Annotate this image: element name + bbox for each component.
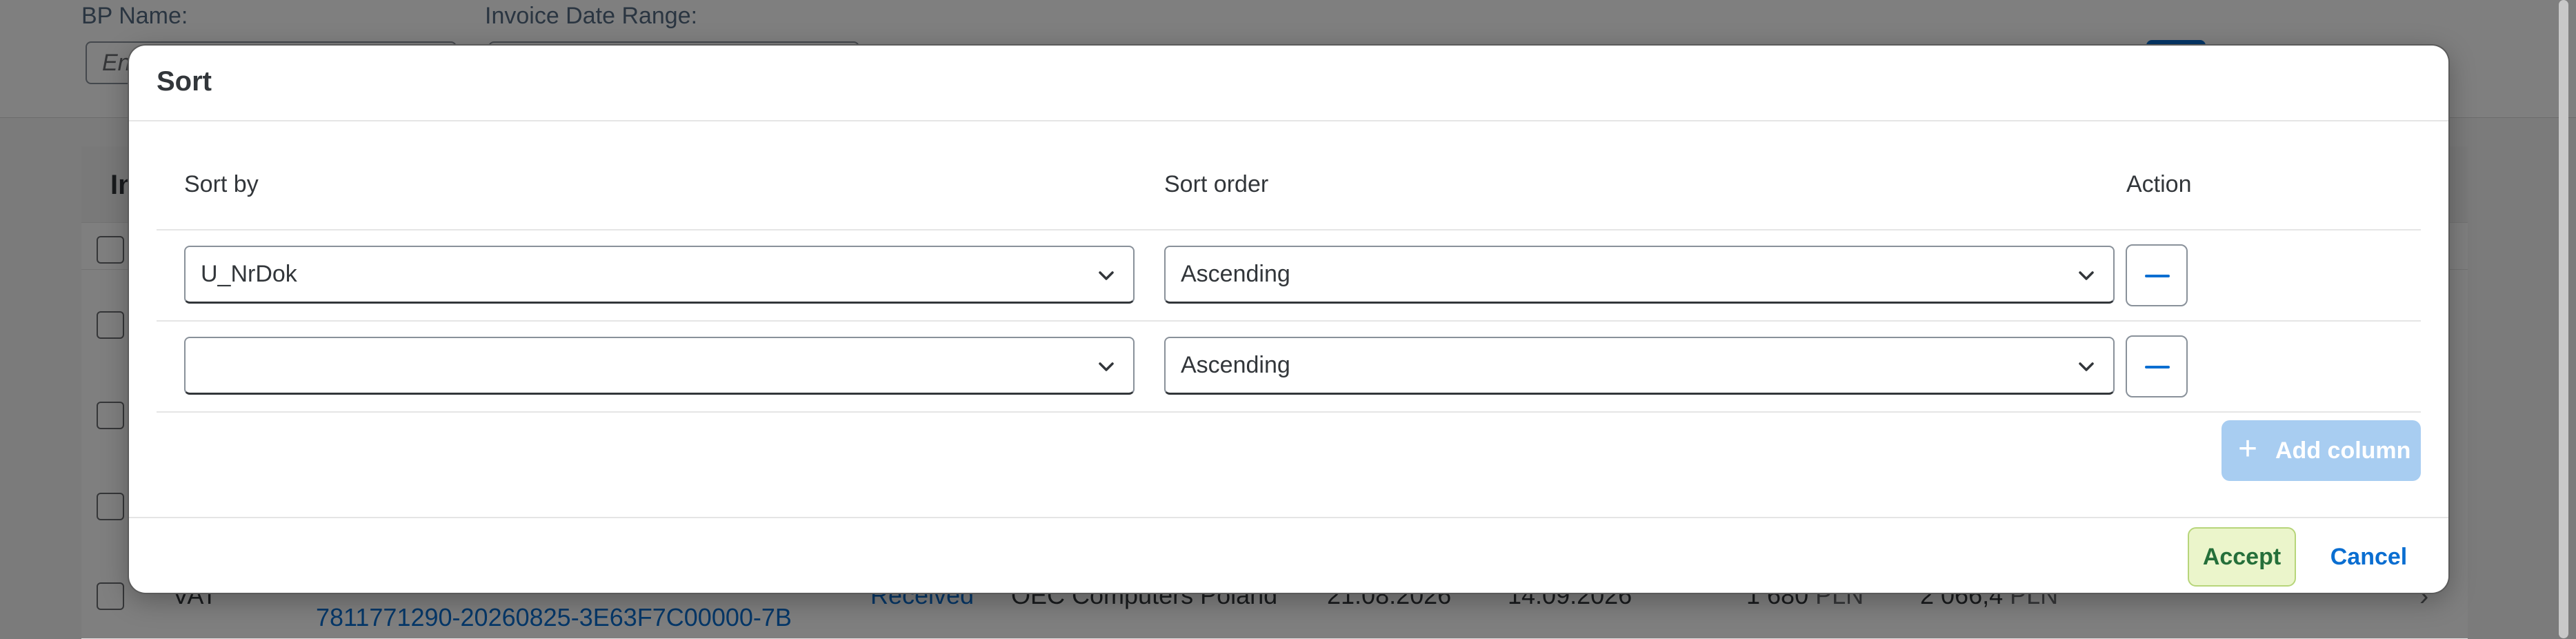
minus-icon <box>2145 275 2170 277</box>
divider <box>157 320 2421 322</box>
add-column-button[interactable]: + Add column <box>2221 420 2421 481</box>
sort-by-select[interactable] <box>184 337 1135 395</box>
sort-order-select[interactable]: Ascending <box>1164 337 2115 395</box>
chevron-down-icon <box>2079 362 2094 371</box>
sort-order-value: Ascending <box>1181 261 1290 287</box>
divider <box>157 411 2421 413</box>
plus-icon: + <box>2238 431 2258 467</box>
sort-order-value: Ascending <box>1181 352 1290 378</box>
sort-by-column-header: Sort by <box>184 171 259 197</box>
chevron-down-icon <box>1099 362 1114 371</box>
sort-by-value: U_NrDok <box>201 261 297 287</box>
divider <box>157 229 2421 230</box>
remove-sort-row-button[interactable] <box>2126 244 2188 306</box>
remove-sort-row-button[interactable] <box>2126 335 2188 397</box>
chevron-down-icon <box>2079 271 2094 280</box>
sort-order-column-header: Sort order <box>1164 171 1269 197</box>
action-column-header: Action <box>2126 171 2192 197</box>
dialog-title: Sort <box>157 66 212 97</box>
sort-order-select[interactable]: Ascending <box>1164 246 2115 304</box>
minus-icon <box>2145 366 2170 368</box>
accept-button[interactable]: Accept <box>2188 527 2296 587</box>
page-scrollbar[interactable] <box>2559 0 2568 638</box>
add-column-label: Add column <box>2275 438 2411 464</box>
sort-by-select[interactable]: U_NrDok <box>184 246 1135 304</box>
dialog-footer: Accept Cancel <box>129 517 2448 593</box>
chevron-down-icon <box>1099 271 1114 280</box>
sort-dialog: Sort Sort by Sort order Action U_NrDok A… <box>129 46 2448 593</box>
cancel-button[interactable]: Cancel <box>2308 527 2429 587</box>
dialog-header: Sort <box>129 46 2448 121</box>
